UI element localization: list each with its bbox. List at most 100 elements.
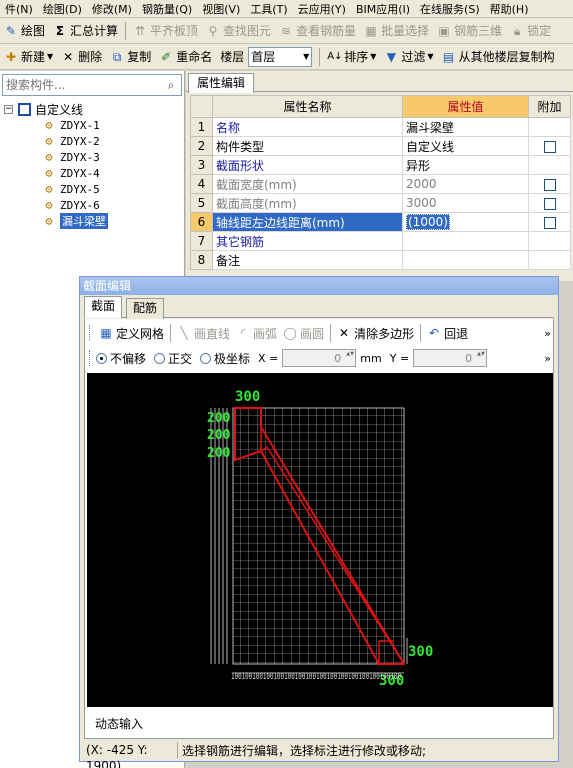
property-name: 截面宽度(mm) [212,174,403,194]
table-row[interactable]: 2 构件类型 自定义线 [190,136,571,156]
sigma-icon: Σ [55,23,65,38]
dimension-bottom-row: 1001001001001001001001001001001001001001… [231,672,401,682]
tab-rebar[interactable]: 配筋 [126,298,165,319]
view-rebar-button[interactable]: ≋ 查看钢筋量 [275,20,360,42]
lock-button[interactable]: 🔒︎ 锁定 [506,20,555,42]
find-element-button[interactable]: ⚲ 查找图元 [202,20,275,42]
floor-select[interactable]: 首层 ▼ [248,46,313,67]
tree-item-funnel-beam-wall[interactable]: ⚙ 漏斗梁壁 [42,213,182,229]
no-offset-radio[interactable] [96,352,107,364]
collapse-icon[interactable]: − [4,104,13,114]
property-value[interactable] [402,250,529,270]
table-row[interactable]: 1 名称 漏斗梁壁 [190,117,571,137]
draw-circle-button[interactable]: ◯ 画圆 [280,322,327,344]
extra-checkbox[interactable] [543,140,556,153]
extra-cell [528,231,571,251]
tree-item-zdyx-2[interactable]: ⚙ ZDYX-2 [42,133,182,149]
section-canvas[interactable]: 300 200 200 200 300 300 1001001001001001… [87,373,553,707]
copy-button[interactable]: ⧉ 复制 [106,46,155,68]
tab-property-edit[interactable]: 属性编辑 [188,73,255,93]
gear-icon: ⚙ [45,198,53,212]
table-row[interactable]: 8 备注 [190,250,571,270]
batch-select-button[interactable]: ▦ 批量选择 [360,20,433,42]
property-value[interactable]: 漏斗梁壁 [402,117,529,137]
ortho-radio[interactable] [154,352,166,364]
close-icon: ✕ [339,326,350,340]
menu-item-help[interactable]: 帮助(H) [485,1,534,17]
drawing-grid [232,407,405,665]
search-icon[interactable]: ⌕ [161,75,181,95]
property-value[interactable]: 自定义线 [402,136,529,156]
menu-item-tools[interactable]: 工具(T) [245,1,292,17]
tree-item-zdyx-5[interactable]: ⚙ ZDYX-5 [42,181,182,197]
menu-item-modify[interactable]: 修改(M) [87,1,137,17]
extra-checkbox[interactable] [543,197,556,210]
main-toolbar: ✎ 绘图 Σ 汇总计算 ⇈ 平齐板顶 ⚲ 查找图元 ≋ 查看钢筋量 ▦ 批量选择 ▣ 钢筋三维… [0,18,573,44]
menu-item-bim[interactable]: BIM应用(I) [351,1,415,17]
draw-line-button[interactable]: ╲ 画直线 [174,322,233,344]
rebar-3d-button[interactable]: ▣ 钢筋三维 [433,20,506,42]
dynamic-input-button[interactable]: 动态输入 [91,714,148,733]
rename-button[interactable]: ✐ 重命名 [155,46,216,68]
table-row[interactable]: 7 其它钢筋 [190,231,571,251]
delete-button[interactable]: ✕ 删除 [57,46,106,68]
header-property-value: 属性值 [402,95,529,118]
extra-checkbox[interactable] [543,178,556,191]
new-button[interactable]: ✚ 新建 ▼ [0,46,57,68]
align-slab-top-button[interactable]: ⇈ 平齐板顶 [129,20,202,42]
property-value-editor[interactable]: (1000) [402,212,529,232]
property-value[interactable]: 2000 [402,174,529,194]
table-row[interactable]: 4 截面宽度(mm) 2000 [190,174,571,194]
property-table: 属性名称 属性值 附加 1 名称 漏斗梁壁 2 构件类型 自定义线 3 截面形状… [190,95,571,270]
component-toolbar: ✚ 新建 ▼ ✕ 删除 ⧉ 复制 ✐ 重命名 楼层 首层 ▼ A↓ 排序 ▼ ▼ 过滤 ▼ ▤ 从其他… [0,44,573,70]
menu-bar: 件(N) 绘图(D) 修改(M) 钢筋量(Q) 视图(V) 工具(T) 云应用(… [0,0,573,18]
define-grid-button[interactable]: ▦ 定义网格 [96,322,167,344]
property-value[interactable] [402,231,529,251]
menu-item-draw[interactable]: 绘图(D) [38,1,87,17]
new-icon: ✚ [5,49,17,64]
menu-item-rebar-quantity[interactable]: 钢筋量(Q) [137,1,197,17]
dimension-left[interactable]: 200 [207,411,231,426]
tree-item-zdyx-6[interactable]: ⚙ ZDYX-6 [42,197,182,213]
table-row[interactable]: 5 截面高度(mm) 3000 [190,193,571,213]
tree-item-zdyx-4[interactable]: ⚙ ZDYX-4 [42,165,182,181]
sum-calc-button[interactable]: Σ 汇总计算 [49,20,122,42]
table-row[interactable]: 3 截面形状 异形 [190,155,571,175]
search-input[interactable] [3,76,161,94]
dimension-right[interactable]: 300 [408,644,433,660]
align-icon: ⇈ [135,23,146,38]
filter-button[interactable]: ▼ 过滤 ▼ [380,46,437,68]
dimension-top[interactable]: 300 [235,389,260,405]
copy-from-floor-button[interactable]: ▤ 从其他楼层复制构 [438,46,559,68]
property-value[interactable]: 3000 [402,193,529,213]
x-label: X = [258,351,279,365]
table-row[interactable]: 6 轴线距左边线距离(mm) (1000) [190,212,571,232]
dialog-titlebar[interactable]: 截面编辑 [80,277,558,295]
clear-polygon-button[interactable]: ✕ 清除多边形 [334,322,417,344]
draw-arc-button[interactable]: ◜ 画弧 [233,322,280,344]
toolbar-overflow-icon[interactable]: » [544,352,551,365]
undo-button[interactable]: ↶ 回退 [424,322,471,344]
tree-root-custom-line[interactable]: − 自定义线 [4,101,182,117]
extra-cell [528,155,571,175]
tree-item-zdyx-1[interactable]: ⚙ ZDYX-1 [42,117,182,133]
toolbar-overflow-icon[interactable]: » [544,327,551,340]
y-input[interactable]: 0 [413,349,488,367]
tree-item-zdyx-3[interactable]: ⚙ ZDYX-3 [42,149,182,165]
menu-item-file[interactable]: 件(N) [0,1,38,17]
dimension-left[interactable]: 200 [207,428,231,443]
dimension-left[interactable]: 200 [207,446,231,461]
extra-cell [528,136,571,156]
x-input[interactable]: 0 [282,349,357,367]
polar-radio[interactable] [200,352,212,364]
component-tree: − 自定义线 ⚙ ZDYX-1 ⚙ ZDYX-2 ⚙ ZDYX-3 ⚙ ZDYX-4 ⚙… [4,101,182,229]
menu-item-view[interactable]: 视图(V) [197,1,245,17]
property-value[interactable]: 异形 [402,155,529,175]
tab-section[interactable]: 截面 [84,296,123,318]
toolbar-separator [420,324,422,342]
sort-button[interactable]: A↓ 排序 ▼ [323,46,380,68]
extra-checkbox[interactable] [543,216,556,229]
menu-item-cloud[interactable]: 云应用(Y) [293,1,351,17]
menu-item-online[interactable]: 在线服务(S) [415,1,485,17]
draw-button[interactable]: ✎ 绘图 [0,20,49,42]
